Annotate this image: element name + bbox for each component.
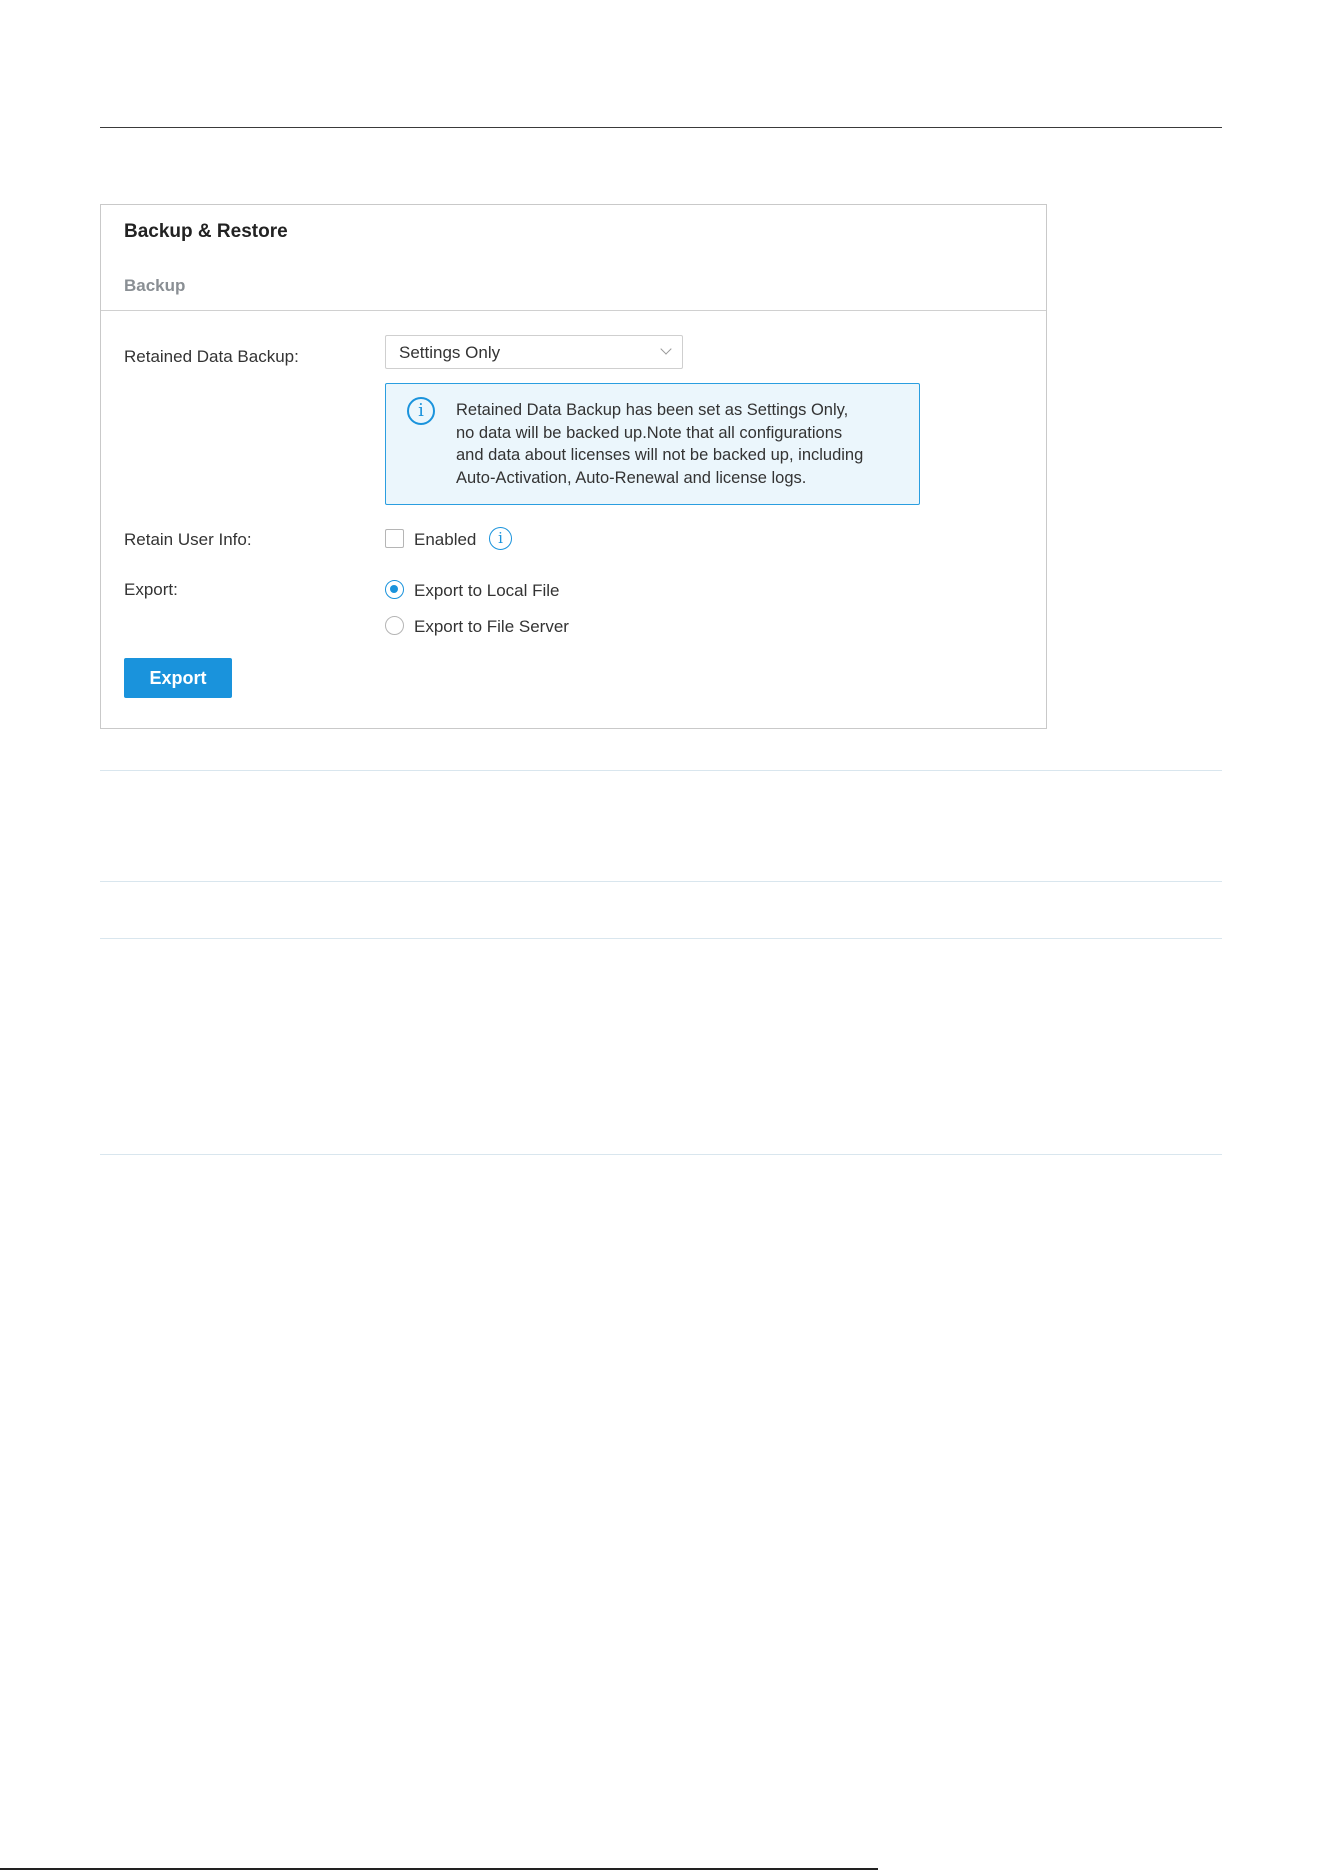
retain-user-info-checkbox[interactable] — [385, 529, 404, 548]
export-file-server-label[interactable]: Export to File Server — [414, 617, 569, 637]
bottom-divider — [0, 1868, 878, 1870]
info-icon: i — [407, 397, 435, 425]
retained-data-backup-label: Retained Data Backup: — [124, 347, 299, 366]
retain-user-info-label: Retain User Info: — [124, 530, 252, 549]
backup-restore-panel: Backup & Restore Backup Retained Data Ba… — [100, 204, 1047, 729]
chevron-down-icon — [660, 343, 672, 355]
notice-line: and data about licenses will not be back… — [456, 446, 864, 464]
section-title-backup: Backup — [124, 276, 186, 295]
top-divider — [100, 127, 1222, 128]
export-local-file-label[interactable]: Export to Local File — [414, 581, 560, 601]
settings-only-notice: i Retained Data Backup has been set as S… — [385, 383, 920, 505]
retained-data-backup-value: Settings Only — [399, 343, 501, 362]
export-label: Export: — [124, 580, 178, 599]
export-file-server-radio[interactable] — [385, 616, 404, 635]
divider — [100, 770, 1222, 771]
divider — [100, 881, 1222, 882]
info-icon[interactable]: i — [489, 527, 512, 550]
retain-user-info-checkbox-label[interactable]: Enabled — [414, 530, 476, 550]
section-divider — [101, 310, 1046, 311]
notice-text: Retained Data Backup has been set as Set… — [456, 399, 906, 489]
notice-line: no data will be backed up.Note that all … — [456, 423, 843, 442]
notice-line: Auto-Activation, Auto-Renewal and licens… — [456, 468, 807, 487]
export-local-file-radio[interactable] — [385, 580, 404, 599]
export-button[interactable]: Export — [124, 658, 232, 698]
panel-title: Backup & Restore — [124, 221, 288, 242]
divider — [100, 938, 1222, 939]
notice-line: Retained Data Backup has been set as Set… — [456, 401, 849, 419]
divider — [100, 1154, 1222, 1155]
retained-data-backup-select[interactable]: Settings Only — [385, 335, 683, 369]
